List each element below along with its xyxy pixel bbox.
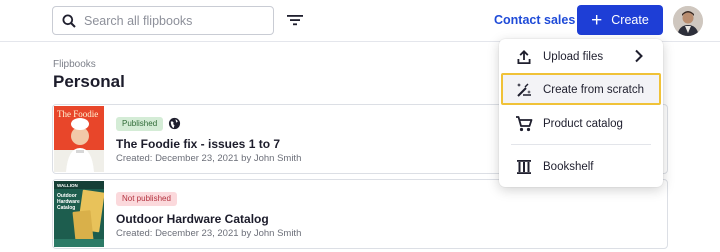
status-badge: Published: [116, 117, 164, 131]
search-box[interactable]: [52, 6, 274, 35]
menu-item-label: Product catalog: [543, 117, 623, 130]
page-title: Personal: [53, 72, 125, 91]
flipbook-meta: Created: December 23, 2021 by John Smith: [116, 153, 302, 164]
filter-icon[interactable]: [286, 11, 304, 29]
svg-text:WALLION: WALLION: [57, 183, 78, 188]
magic-wand-icon: [517, 82, 531, 97]
flipbook-cover[interactable]: The Foodie: [54, 106, 104, 172]
flipbook-title[interactable]: The Foodie fix - issues 1 to 7: [116, 137, 280, 151]
create-button-label: Create: [611, 13, 649, 27]
menu-item-label: Bookshelf: [543, 160, 594, 173]
menu-item-bookshelf[interactable]: Bookshelf: [499, 150, 663, 183]
menu-item-product-catalog[interactable]: Product catalog: [499, 107, 663, 140]
flipbook-cover[interactable]: WALLION Outdoor Hardware Catalog: [54, 181, 104, 247]
menu-item-create-from-scratch[interactable]: Create from scratch: [499, 73, 663, 106]
avatar[interactable]: [673, 6, 703, 36]
menu-divider: [511, 144, 651, 145]
breadcrumb[interactable]: Flipbooks: [53, 59, 96, 70]
create-button[interactable]: + Create: [577, 5, 663, 35]
plus-icon: +: [591, 9, 603, 31]
status-badge: Not published: [116, 192, 177, 206]
create-menu: Upload files Create from scratch Product…: [499, 39, 663, 187]
chevron-right-icon: [635, 49, 643, 63]
contact-sales-link[interactable]: Contact sales: [494, 13, 575, 27]
flipbook-title[interactable]: Outdoor Hardware Catalog: [116, 212, 269, 226]
bookshelf-icon: [517, 159, 531, 174]
globe-icon: [168, 117, 181, 130]
search-input[interactable]: [84, 13, 264, 28]
flipbook-meta: Created: December 23, 2021 by John Smith: [116, 228, 302, 239]
upload-icon: [517, 49, 531, 64]
menu-item-label: Create from scratch: [543, 83, 644, 96]
svg-text:The Foodie: The Foodie: [57, 109, 98, 119]
flipbook-card[interactable]: WALLION Outdoor Hardware Catalog Not pub…: [52, 179, 668, 249]
top-bar: Contact sales + Create: [0, 0, 720, 42]
menu-item-upload-files[interactable]: Upload files: [499, 40, 663, 73]
menu-item-label: Upload files: [543, 50, 604, 63]
search-icon: [62, 14, 76, 28]
shopping-cart-icon: [516, 115, 533, 131]
